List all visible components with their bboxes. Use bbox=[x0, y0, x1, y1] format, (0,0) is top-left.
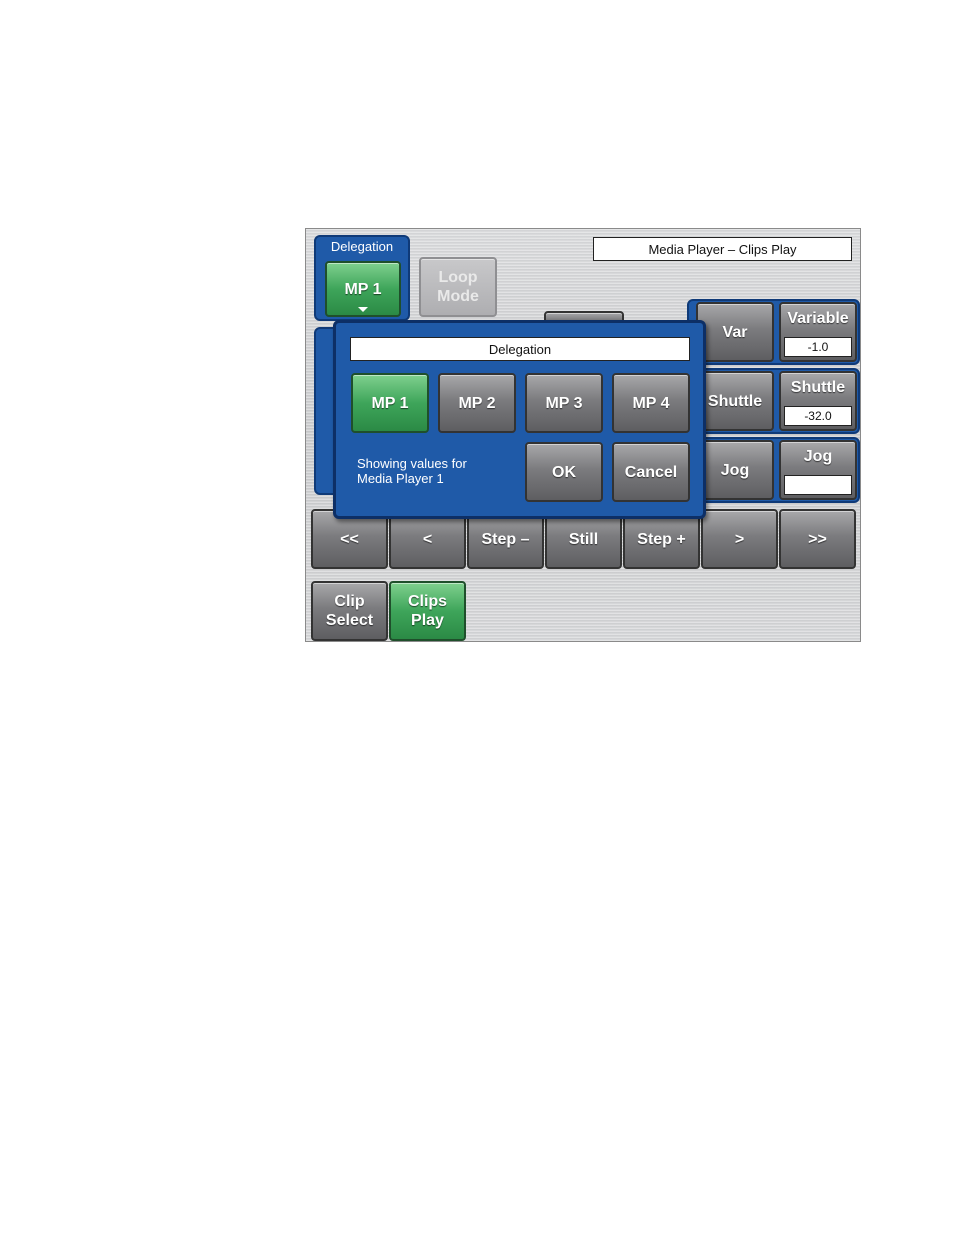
dialog-message: Showing values for Media Player 1 bbox=[357, 456, 507, 486]
fast-forward-label: >> bbox=[808, 530, 827, 548]
dialog-mp3-label: MP 3 bbox=[545, 394, 583, 412]
delegation-mp1-button[interactable]: MP 1 bbox=[325, 261, 401, 317]
dialog-mp4-label: MP 4 bbox=[632, 394, 670, 412]
dialog-mp4-button[interactable]: MP 4 bbox=[612, 373, 690, 433]
dialog-mp3-button[interactable]: MP 3 bbox=[525, 373, 603, 433]
delegation-label: Delegation bbox=[330, 239, 394, 254]
play-button[interactable]: > bbox=[701, 509, 778, 569]
delegation-button-label: MP 1 bbox=[344, 280, 382, 298]
page-title: Media Player – Clips Play bbox=[593, 237, 852, 261]
shuttle-button[interactable]: Shuttle bbox=[696, 371, 774, 431]
shuttle-value-label: Shuttle bbox=[790, 379, 846, 396]
tab-clip-select-line1: Clip bbox=[334, 593, 365, 610]
rewind-label: < bbox=[422, 530, 433, 548]
dialog-mp2-label: MP 2 bbox=[458, 394, 496, 412]
chevron-down-icon bbox=[358, 307, 368, 312]
dialog-mp1-label: MP 1 bbox=[371, 394, 409, 412]
variable-value: -1.0 bbox=[784, 337, 852, 357]
jog-value-label: Jog bbox=[803, 448, 833, 465]
step-forward-label: Step + bbox=[637, 530, 686, 548]
still-label: Still bbox=[568, 530, 599, 548]
cancel-button[interactable]: Cancel bbox=[612, 442, 690, 502]
step-back-label: Step – bbox=[481, 530, 530, 548]
ok-button-label: OK bbox=[552, 463, 576, 481]
var-button-label: Var bbox=[722, 323, 748, 341]
delegation-dialog: Delegation MP 1 MP 2 MP 3 MP 4 Showing v… bbox=[333, 320, 706, 519]
dialog-mp1-button[interactable]: MP 1 bbox=[351, 373, 429, 433]
tab-clips-play-line2: Play bbox=[411, 612, 444, 629]
dialog-message-line2: Media Player 1 bbox=[357, 471, 444, 486]
loop-mode-label-line2: Mode bbox=[437, 288, 479, 305]
loop-mode-button[interactable]: Loop Mode bbox=[419, 257, 497, 317]
cancel-button-label: Cancel bbox=[624, 463, 678, 481]
ok-button[interactable]: OK bbox=[525, 442, 603, 502]
rewind-fast-label: << bbox=[340, 530, 359, 548]
tab-clip-select[interactable]: Clip Select bbox=[311, 581, 388, 641]
shuttle-value: -32.0 bbox=[784, 406, 852, 426]
variable-label: Variable bbox=[787, 310, 849, 327]
dialog-title: Delegation bbox=[350, 337, 690, 361]
media-player-panel: Media Player – Clips Play Delegation MP … bbox=[305, 228, 861, 642]
loop-mode-label-line1: Loop bbox=[438, 269, 478, 286]
tab-clips-play[interactable]: Clips Play bbox=[389, 581, 466, 641]
jog-value bbox=[784, 475, 852, 495]
var-button[interactable]: Var bbox=[696, 302, 774, 362]
fast-forward-button[interactable]: >> bbox=[779, 509, 856, 569]
dialog-message-line1: Showing values for bbox=[357, 456, 467, 471]
tab-clip-select-line2: Select bbox=[325, 612, 374, 629]
shuttle-button-label: Shuttle bbox=[707, 392, 763, 410]
jog-button-label: Jog bbox=[720, 461, 750, 479]
play-label: > bbox=[734, 530, 745, 548]
jog-button[interactable]: Jog bbox=[696, 440, 774, 500]
tab-clips-play-line1: Clips bbox=[407, 593, 448, 610]
delegation-group: Delegation MP 1 bbox=[314, 235, 410, 321]
dialog-mp2-button[interactable]: MP 2 bbox=[438, 373, 516, 433]
